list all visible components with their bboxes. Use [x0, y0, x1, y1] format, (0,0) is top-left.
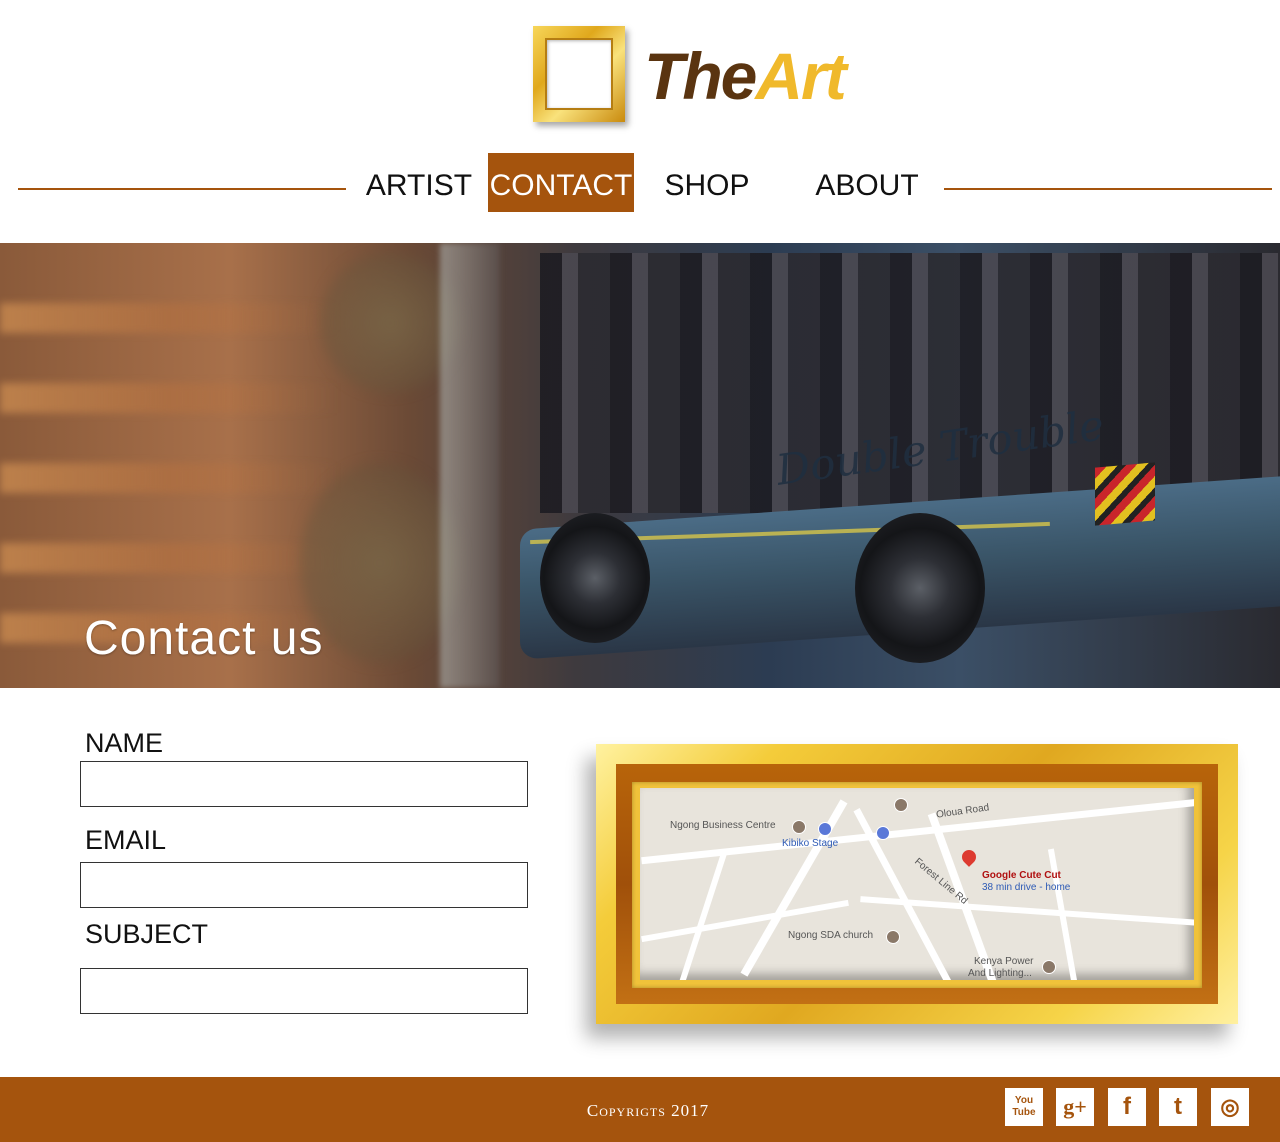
- email-label: EMAIL: [85, 825, 167, 855]
- map-poi-icon: [818, 822, 832, 836]
- logo-frame-inner: [545, 38, 613, 110]
- hero-decor-blob: [320, 253, 460, 393]
- hero-wheel: [855, 513, 985, 663]
- map-pin-icon[interactable]: [959, 847, 979, 867]
- map-frame: Ngong Business Centre Kibiko Stage Oloua…: [596, 744, 1238, 1024]
- map-label: Ngong Business Centre: [670, 820, 776, 831]
- nav-about[interactable]: ABOUT: [806, 153, 928, 212]
- youtube-icon[interactable]: You Tube: [1005, 1088, 1043, 1126]
- map-label: 38 min drive - home: [982, 882, 1071, 893]
- map-label: Forest Line Rd: [912, 856, 970, 907]
- map-poi-icon: [1042, 960, 1056, 974]
- location-map[interactable]: Ngong Business Centre Kibiko Stage Oloua…: [640, 788, 1194, 980]
- map-label: Oloua Road: [935, 802, 990, 821]
- map-label: Kibiko Stage: [782, 838, 839, 849]
- instagram-icon[interactable]: ◎: [1211, 1088, 1249, 1126]
- twitter-icon[interactable]: t: [1159, 1088, 1197, 1126]
- subject-field[interactable]: [80, 968, 528, 1014]
- facebook-icon[interactable]: f: [1108, 1088, 1146, 1126]
- nav-artist[interactable]: ARTIST: [362, 153, 476, 212]
- hero-bus-flag: [1095, 462, 1155, 526]
- page-title: Contact us: [84, 612, 324, 665]
- logo-frame-icon[interactable]: [533, 26, 625, 122]
- map-poi-icon: [894, 798, 908, 812]
- nav-divider-right: [944, 188, 1272, 190]
- nav-divider-left: [18, 188, 346, 190]
- map-poi-icon: [792, 820, 806, 834]
- hero-wall-stripe: [0, 303, 340, 333]
- hero-wall-stripe: [0, 543, 340, 573]
- hero-decor-blob: [300, 463, 460, 663]
- map-label: Ngong SDA church: [788, 930, 874, 941]
- logo-the: The: [644, 39, 757, 113]
- logo-text[interactable]: TheArt: [644, 38, 847, 114]
- name-field[interactable]: [80, 761, 528, 807]
- map-label: Google Cute Cut: [982, 870, 1061, 881]
- map-poi-icon: [876, 826, 890, 840]
- nav-contact[interactable]: CONTACT: [488, 153, 634, 212]
- map-label: And Lighting...: [968, 968, 1032, 979]
- hero-wall-stripe: [0, 383, 340, 413]
- email-field[interactable]: [80, 862, 528, 908]
- hero-window: [440, 243, 500, 688]
- nav-shop[interactable]: SHOP: [656, 153, 758, 212]
- name-label: NAME: [85, 728, 164, 758]
- map-road: [678, 850, 728, 980]
- google-plus-icon[interactable]: g+: [1056, 1088, 1094, 1126]
- hero-wall-stripe: [0, 463, 340, 493]
- logo-art: Art: [755, 39, 846, 113]
- hero-wheel: [540, 513, 650, 643]
- map-label: Kenya Power: [974, 956, 1034, 967]
- map-poi-icon: [886, 930, 900, 944]
- subject-label: SUBJECT: [85, 919, 209, 949]
- footer: Copyrigts 2017 You Tube g+ f t ◎: [0, 1077, 1280, 1142]
